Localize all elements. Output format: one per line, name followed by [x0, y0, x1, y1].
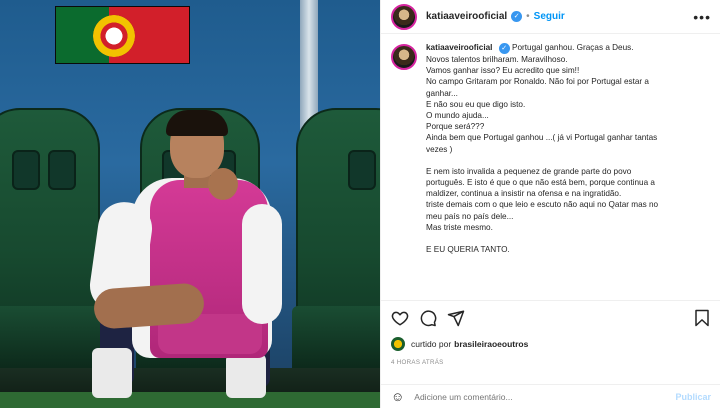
bench-seat-right: [292, 108, 380, 378]
caption-text: Mas triste mesmo.: [426, 222, 493, 232]
post-header: katiaaveirooficial ✓ • Seguir •••: [381, 0, 720, 34]
post-caption: katiaaveirooficial ✓ Portugal ganhou. Gr…: [381, 42, 720, 296]
seat-slot: [12, 150, 40, 190]
caption-text: triste demais com o que leio e escuto nã…: [426, 200, 659, 210]
caption-text: vezes ): [426, 144, 453, 154]
caption-text: E nem isto invalida a pequenez de grande…: [426, 166, 632, 176]
player-hand: [208, 168, 238, 200]
comment-icon[interactable]: [419, 309, 437, 327]
caption-text: ganhar...: [426, 88, 458, 98]
caption-text: Portugal ganhou. Graças a Deus.: [512, 43, 634, 52]
verified-badge-icon: ✓: [511, 11, 523, 22]
bookmark-icon[interactable]: [693, 309, 711, 327]
caption-text: Ainda bem que Portugal ganhou ...( já vi…: [426, 133, 658, 143]
caption-text: Porque será???: [426, 122, 485, 132]
player-sock: [92, 348, 132, 398]
caption-username[interactable]: katiaaveirooficial: [426, 43, 492, 52]
liked-by-user[interactable]: brasileiraoeoutros: [454, 339, 528, 349]
caption-text: Novos talentos brilharam. Maravilhoso.: [426, 55, 568, 64]
publish-button[interactable]: Publicar: [675, 392, 711, 402]
instagram-post-window: katiaaveirooficial ✓ • Seguir ••• katiaa…: [0, 0, 720, 408]
caption-text: Vamos ganhar isso? Eu acredito que sim!!: [426, 66, 580, 76]
player-arm: [242, 204, 282, 324]
flag-emblem: [93, 15, 135, 57]
profile-avatar[interactable]: [391, 3, 417, 30]
player-sock: [226, 354, 266, 398]
caption-text: E não sou eu que digo isto.: [426, 99, 526, 109]
caption-text: meu país no país dele...: [426, 211, 514, 221]
liker-avatar[interactable]: [391, 337, 405, 351]
player-figure: [86, 108, 282, 398]
post-details-panel: katiaaveirooficial ✓ • Seguir ••• katiaa…: [380, 0, 720, 408]
verified-badge-icon: ✓: [498, 43, 510, 54]
heart-icon[interactable]: [391, 309, 409, 327]
caption-text: O mundo ajuda...: [426, 111, 489, 121]
post-actions-bar: [381, 300, 720, 334]
emoji-icon[interactable]: ☺: [391, 389, 404, 404]
caption-text: E EU QUERIA TANTO.: [426, 245, 510, 255]
liked-by-prefix: curtido por: [411, 339, 452, 349]
more-options-icon[interactable]: •••: [693, 9, 711, 25]
seat-slot: [348, 150, 376, 190]
header-username[interactable]: katiaaveirooficial: [426, 11, 507, 22]
caption-text: No campo Gritaram por Ronaldo. Não foi p…: [426, 77, 649, 87]
header-separator: •: [526, 11, 530, 22]
seat-base: [292, 306, 380, 376]
share-icon[interactable]: [447, 309, 465, 327]
caption-line-1: katiaaveirooficial ✓ Portugal ganhou. Gr…: [426, 42, 711, 54]
caption-body: katiaaveirooficial ✓ Portugal ganhou. Gr…: [426, 42, 711, 296]
caption-avatar[interactable]: [391, 44, 417, 70]
seat-base: [0, 306, 104, 376]
comment-input[interactable]: [414, 391, 676, 402]
portugal-flag-icon: [55, 6, 190, 64]
player-hair: [166, 110, 228, 136]
caption-text: maldizer, continua a insistir na ofensa …: [426, 189, 622, 199]
caption-text: português. E isto é que o que não está b…: [426, 178, 655, 188]
comment-bar: ☺ Publicar: [381, 384, 720, 408]
liked-by-row: curtido por brasileiraoeoutros: [391, 337, 528, 351]
bench-seat-left: [0, 108, 104, 378]
post-image[interactable]: [0, 0, 380, 408]
post-timestamp[interactable]: 4 HORAS ATRÁS: [391, 359, 444, 366]
player-knee: [92, 282, 206, 330]
follow-button[interactable]: Seguir: [534, 11, 565, 22]
seat-slot: [48, 150, 76, 190]
